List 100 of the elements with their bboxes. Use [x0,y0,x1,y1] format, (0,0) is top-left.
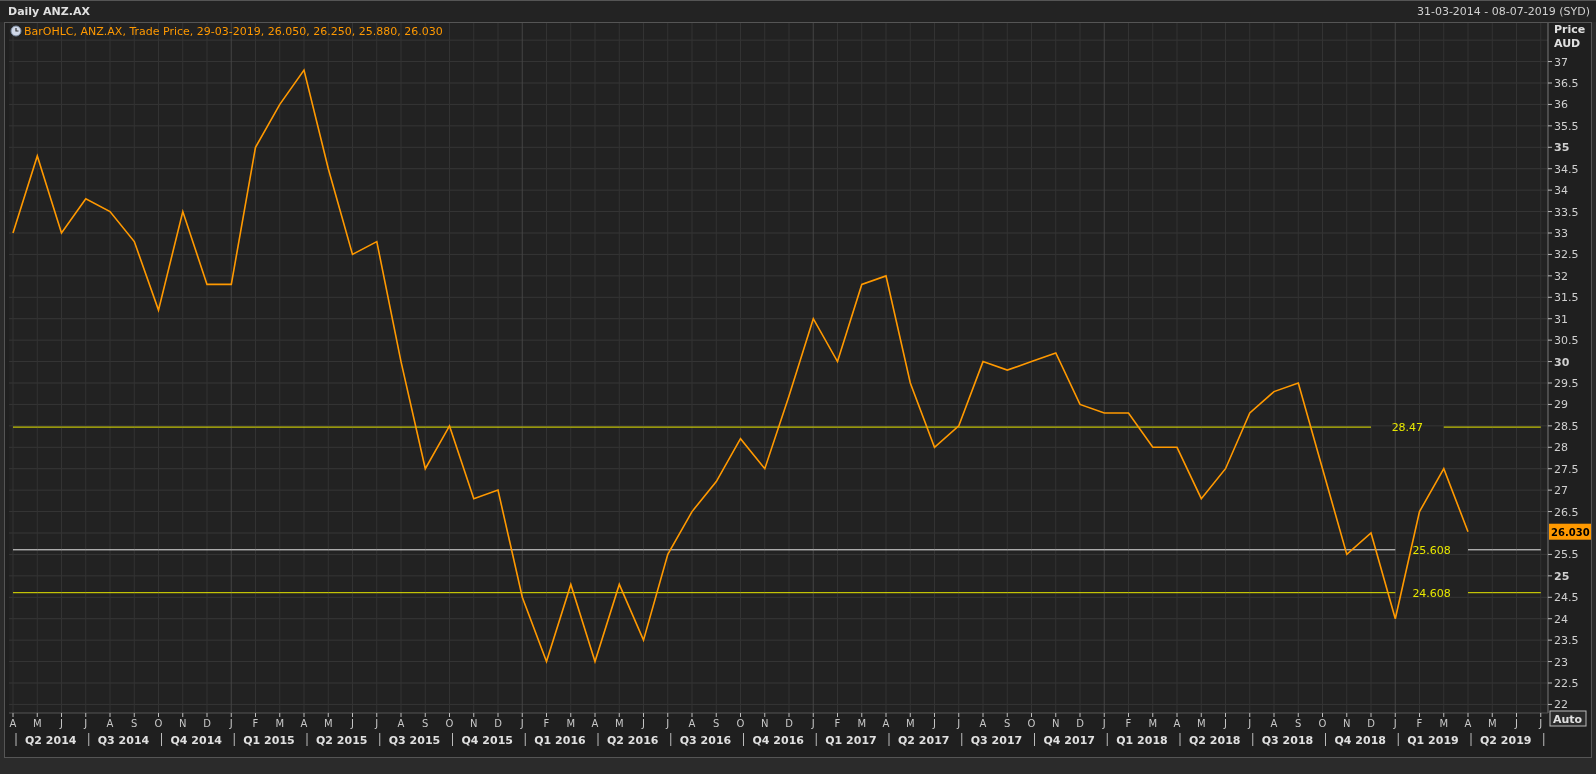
y-tick-label: 27.5 [1554,462,1579,476]
y-tick-label: 22 [1554,698,1568,712]
quarter-label: Q1 2017 [825,734,877,747]
month-label: J [520,718,524,729]
month-label: A [591,718,599,729]
y-tick-label: 23.5 [1554,634,1579,648]
quarter-label: Q2 2018 [1189,734,1241,747]
month-label: J [60,718,63,729]
y-tick-label: 35.5 [1554,119,1579,133]
quarter-label: Q3 2015 [388,734,441,747]
month-label: J [1224,718,1227,729]
month-label: M [614,718,624,729]
month-label: A [106,718,114,729]
y-tick-label: 32 [1554,269,1568,283]
quarter-label: Q4 2018 [1334,734,1386,747]
month-label: O [154,718,163,729]
month-label: J [1102,718,1106,729]
y-tick-label: 29 [1554,398,1568,412]
quarter-label: Q4 2015 [461,734,513,747]
y-tick-label: 28 [1554,441,1568,455]
month-label: D [203,718,211,729]
month-label: O [1318,718,1327,729]
month-label: M [275,718,285,729]
y-tick-label: 30 [1554,355,1570,369]
month-label: J [1248,718,1252,729]
month-label: M [1487,718,1497,729]
month-label: A [882,718,890,729]
quarter-label: Q2 2014 [25,734,77,747]
quarter-label: Q3 2017 [970,734,1023,747]
quarter-label: Q2 2016 [607,734,659,747]
month-label: O [445,718,454,729]
date-range: 31-03-2014 - 08-07-2019 (SYD) [1416,5,1590,18]
month-label: N [1343,718,1351,729]
quarter-label: Q4 2017 [1043,734,1095,747]
y-tick-label: 37 [1554,55,1568,69]
y-tick-label: 27 [1554,484,1568,498]
quarter-label: Q4 2016 [752,734,804,747]
quarter-label: Q2 2017 [898,734,950,747]
month-label: D [1076,718,1084,729]
month-label: M [323,718,333,729]
y-tick-label: 24 [1554,612,1568,626]
y-tick-label: 33 [1554,227,1568,240]
level-label: 24.608 [1412,586,1451,600]
month-label: F [1416,718,1423,729]
month-label: F [543,718,550,729]
quarter-label: Q1 2016 [534,734,586,747]
month-label: J [84,718,88,729]
month-label: J [811,718,815,729]
quarter-label: Q1 2019 [1407,734,1459,747]
month-label: J [375,718,379,729]
month-label: M [1196,718,1206,729]
y-tick-label: 30.5 [1554,334,1579,348]
month-label: M [1148,718,1158,729]
month-label: A [1464,718,1472,729]
month-label: N [470,718,478,729]
y-tick-label: 26.5 [1554,505,1579,519]
month-label: J [1393,718,1397,729]
y-tick-label: 28.5 [1554,419,1579,433]
y-tick-label: 36.5 [1554,77,1579,90]
month-label: J [1515,718,1518,729]
month-label: A [1173,718,1181,729]
month-label: M [32,718,42,729]
auto-button[interactable]: Auto [1549,710,1587,727]
month-label: J [642,718,645,729]
quarter-label: Q2 2015 [316,734,368,747]
month-label: F [252,718,259,729]
month-label: J [229,718,233,729]
quarter-label: Q3 2014 [97,734,150,747]
month-label: O [736,718,745,729]
y-tick-label: 22.5 [1554,677,1579,690]
month-label: A [300,718,308,729]
y-tick-label: 34 [1554,184,1568,198]
month-label: S [1004,718,1011,729]
quarter-label: Q3 2016 [679,734,732,747]
window-title: Daily ANZ.AX [8,5,90,18]
axis-title: Price [1554,23,1586,36]
month-label: D [1367,718,1375,729]
y-tick-label: 32.5 [1554,248,1579,262]
month-label: N [761,718,769,729]
month-label: J [1539,718,1543,729]
month-label: A [1270,718,1278,729]
month-label: M [566,718,576,729]
month-label: D [494,718,502,729]
month-label: O [1027,718,1036,729]
month-label: A [688,718,696,729]
month-label: S [1295,718,1302,729]
month-label: F [1125,718,1132,729]
month-label: D [785,718,793,729]
y-tick-label: 36 [1554,98,1568,112]
month-label: J [666,718,670,729]
quarter-label: Q3 2018 [1261,734,1314,747]
quarter-label: Q4 2014 [170,734,222,747]
month-label: M [857,718,867,729]
y-tick-label: 34.5 [1554,162,1579,176]
quarter-label: Q2 2019 [1480,734,1532,747]
y-tick-label: 25 [1554,569,1570,583]
y-tick-label: 23 [1554,655,1568,669]
y-tick-label: 35 [1554,141,1570,155]
y-tick-label: 33.5 [1554,205,1579,219]
month-label: S [713,718,720,729]
